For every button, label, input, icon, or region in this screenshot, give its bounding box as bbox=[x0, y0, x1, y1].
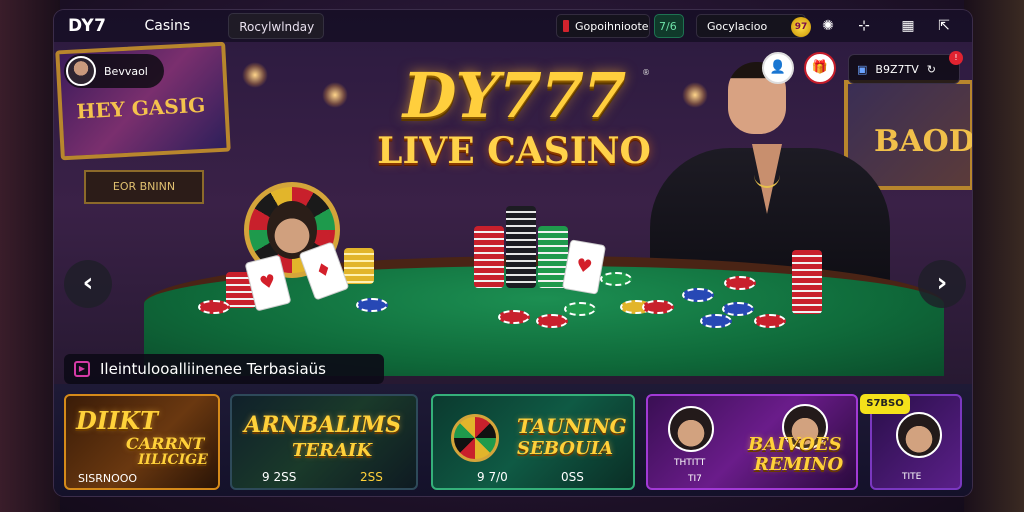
game-card-title: BAIVOES bbox=[748, 434, 842, 455]
account-chip-label: B9Z7TV bbox=[875, 62, 919, 76]
game-card-title-2: SEBOUIA bbox=[517, 438, 614, 459]
refresh-icon: ↻ bbox=[926, 62, 936, 76]
chip-stack bbox=[792, 250, 822, 314]
chip bbox=[700, 314, 732, 328]
support-icon[interactable]: 👤 bbox=[762, 52, 794, 84]
chip bbox=[536, 314, 568, 328]
chip bbox=[724, 276, 756, 290]
section-header: ▶ Ileintulooalliinenee Terbasiaüs bbox=[64, 354, 384, 384]
chip bbox=[498, 310, 530, 324]
main-frame: HEY GASIG EOR BNINN BAOD ♥ ♦ ♥ DY777 LIV… bbox=[54, 10, 972, 496]
game-card-subtitle: SISRNOOO bbox=[78, 472, 138, 485]
chip bbox=[642, 300, 674, 314]
game-card[interactable]: TAUNING SEBOUIA 9 7/0 0SS bbox=[431, 394, 635, 490]
coin-icon: 97 bbox=[791, 17, 811, 37]
user-name: Bevvaol bbox=[104, 64, 148, 78]
game-card-title: ARNBALIMS bbox=[244, 412, 402, 438]
game-card-subtitle: TITE bbox=[902, 472, 922, 482]
balance-pill-label: Gocylacioo bbox=[707, 20, 768, 33]
game-card-subtitle-2: 2SS bbox=[360, 470, 383, 484]
filter-icon[interactable]: ⊹ bbox=[854, 16, 874, 36]
balance-pill[interactable]: Gocylacioo 97 bbox=[696, 14, 811, 38]
game-tag-badge: S7BSO bbox=[860, 394, 910, 414]
nav-link-casino[interactable]: Casins bbox=[145, 18, 191, 34]
chip bbox=[198, 300, 230, 314]
trademark-mark: ® bbox=[642, 68, 650, 77]
promo-pill-label: Gopoihnioote bbox=[575, 19, 649, 33]
game-card-subtitle: THTITT bbox=[674, 458, 706, 468]
chip bbox=[356, 298, 388, 312]
game-card-title: TAUNING bbox=[517, 414, 627, 438]
casino-page: HEY GASIG EOR BNINN BAOD ♥ ♦ ♥ DY777 LIV… bbox=[0, 0, 1024, 512]
notification-badge: ! bbox=[949, 51, 963, 65]
expand-icon[interactable]: ⇱ bbox=[934, 16, 954, 36]
game-card-title-2: CARRNT bbox=[126, 434, 205, 453]
gift-icon[interactable]: 🎁 bbox=[804, 52, 836, 84]
user-profile-chip[interactable]: Bevvaol bbox=[64, 54, 164, 88]
chip bbox=[754, 314, 786, 328]
game-card[interactable]: BAIVOES REMINO THTITT TI7 bbox=[646, 394, 858, 490]
carousel-prev-button[interactable]: ‹ bbox=[64, 260, 112, 308]
roulette-icon bbox=[451, 414, 499, 462]
account-chip[interactable]: ▣ B9Z7TV ↻ ! bbox=[848, 51, 963, 84]
background-sign-left-sub: EOR BNINN bbox=[84, 170, 204, 204]
spinner-icon[interactable]: ✺ bbox=[818, 16, 838, 36]
promo-pill[interactable]: Gopoihnioote bbox=[556, 14, 650, 38]
search-field[interactable]: Rocylwlnday bbox=[228, 13, 325, 39]
host-portrait bbox=[668, 406, 714, 452]
background-right bbox=[964, 0, 1024, 512]
game-card-subtitle-2: 0SS bbox=[561, 470, 584, 484]
game-card[interactable]: ARNBALIMS TERAIK 9 2SS 2SS bbox=[230, 394, 418, 490]
game-card-title-3: IILICIGE bbox=[138, 452, 208, 468]
chip bbox=[722, 302, 754, 316]
hero-title: DY777 LIVE CASINO bbox=[374, 59, 654, 173]
game-card-title: DIIKT bbox=[76, 406, 158, 435]
chip-stack bbox=[344, 248, 374, 284]
game-card-title-2: TERAIK bbox=[292, 440, 373, 461]
chip bbox=[682, 288, 714, 302]
lamp-light bbox=[242, 62, 268, 88]
chip-stack bbox=[506, 206, 536, 288]
hero-title-main: DY777 bbox=[402, 59, 626, 132]
flag-icon bbox=[563, 20, 569, 32]
chip bbox=[600, 272, 632, 286]
calendar-icon[interactable]: ▦ bbox=[898, 16, 918, 36]
host-portrait bbox=[896, 412, 942, 458]
game-card-subtitle: 9 2SS bbox=[262, 470, 297, 484]
background-left bbox=[0, 0, 60, 512]
chip bbox=[564, 302, 596, 316]
avatar bbox=[66, 56, 96, 86]
wallet-icon: ▣ bbox=[857, 62, 868, 76]
section-title: Ileintulooalliinenee Terbasiaüs bbox=[100, 360, 326, 378]
game-card-title-2: REMINO bbox=[754, 454, 844, 475]
game-card-subtitle: 9 7/0 bbox=[477, 470, 508, 484]
hero-title-sub: LIVE CASINO bbox=[377, 130, 651, 172]
lamp-light bbox=[322, 82, 348, 108]
brand-logo[interactable]: DY7 bbox=[68, 16, 107, 36]
game-card[interactable]: DIIKT CARRNT IILICIGE SISRNOOO bbox=[64, 394, 220, 490]
chip-stack bbox=[474, 226, 504, 288]
game-card-subtitle-2: TI7 bbox=[688, 474, 702, 484]
sign-left-text: HEY GASIG bbox=[75, 92, 206, 124]
carousel-next-button[interactable]: › bbox=[918, 260, 966, 308]
play-icon: ▶ bbox=[74, 361, 90, 377]
status-pill[interactable]: 7/6 bbox=[654, 14, 684, 38]
